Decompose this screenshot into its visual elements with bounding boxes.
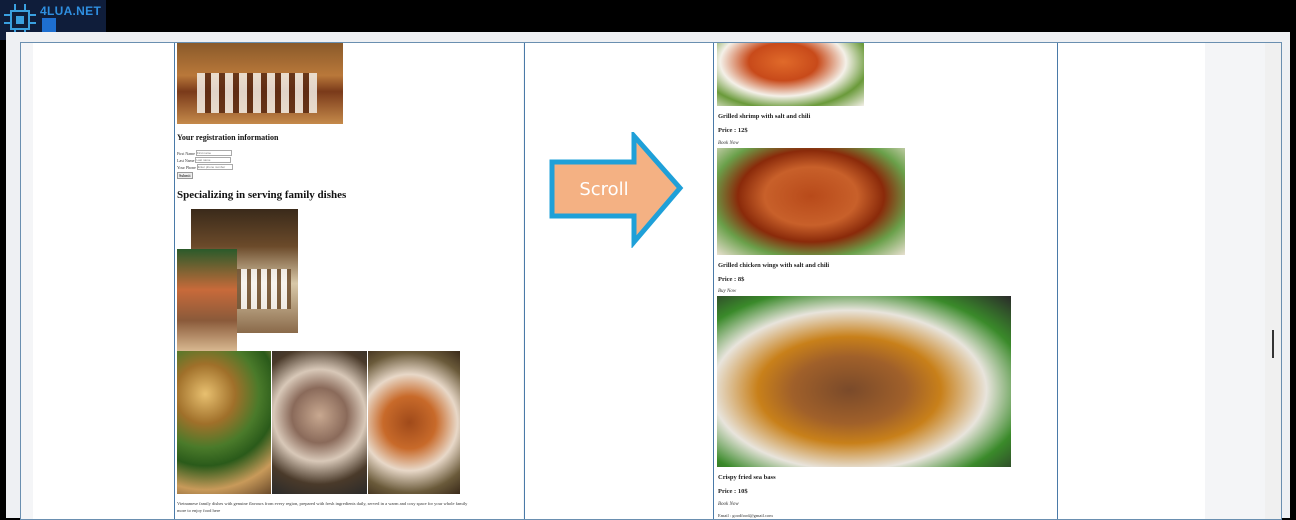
restaurant-interior-image	[177, 43, 343, 124]
item-3-link[interactable]: Book Now	[718, 502, 739, 507]
logo-badge	[42, 18, 56, 32]
top-bar	[0, 0, 1296, 32]
family-dishes-image-3	[368, 351, 460, 494]
last-name-field[interactable]	[195, 157, 232, 163]
vertical-scrollbar[interactable]	[1265, 43, 1281, 519]
phone-label: Your Phone	[177, 164, 196, 170]
restaurant-garden-image	[177, 249, 237, 351]
family-dishes-image-2	[272, 351, 367, 494]
last-name-label: Last Name	[177, 157, 195, 163]
left-page-margin-line	[174, 43, 175, 519]
first-name-row: First Name	[177, 150, 232, 156]
grilled-chicken-wings-image	[717, 148, 905, 255]
submit-button[interactable]: Submit	[177, 172, 193, 179]
right-page-edge-line	[1057, 43, 1058, 519]
item-2-price: Price : 8$	[718, 276, 745, 283]
crispy-fried-sea-bass-image	[717, 296, 1011, 467]
item-2-name: Grilled chicken wings with salt and chil…	[718, 262, 830, 269]
item-1-link[interactable]: Book Now	[718, 141, 739, 146]
phone-row: Your Phone	[177, 164, 233, 170]
scroll-arrow-label: Scroll	[579, 179, 628, 200]
contact-email: Email : goodfood@gmail.com	[718, 513, 773, 518]
first-name-field[interactable]	[195, 150, 232, 156]
registration-heading: Your registration information	[177, 133, 279, 142]
item-1-price: Price : 12$	[718, 127, 748, 134]
item-1-name: Grilled shrimp with salt and chili	[718, 113, 811, 120]
phone-field[interactable]	[196, 164, 233, 170]
description-text-line-1: Vietnamese family dishes with genuine fl…	[177, 501, 468, 506]
page-frame: Your registration information First Name…	[20, 42, 1282, 520]
scroll-arrow-icon: Scroll	[549, 132, 684, 248]
document-viewer: Your registration information First Name…	[6, 32, 1290, 520]
first-name-label: First Name	[177, 150, 195, 156]
item-2-link[interactable]: Buy Now	[718, 289, 736, 294]
section-heading: Specializing in serving family dishes	[177, 189, 347, 201]
description-text-line-2: more to enjoy food here	[177, 508, 221, 513]
item-3-price: Price : 10$	[718, 488, 748, 495]
family-dishes-image-1	[177, 351, 271, 494]
grilled-shrimp-image	[717, 43, 864, 106]
last-name-row: Last Name	[177, 157, 232, 163]
scrollbar-thumb[interactable]	[1272, 330, 1274, 358]
item-3-name: Crispy fried sea bass	[718, 474, 776, 481]
right-page-margin-line	[713, 43, 714, 519]
logo-text: 4LUA.NET	[40, 4, 102, 18]
